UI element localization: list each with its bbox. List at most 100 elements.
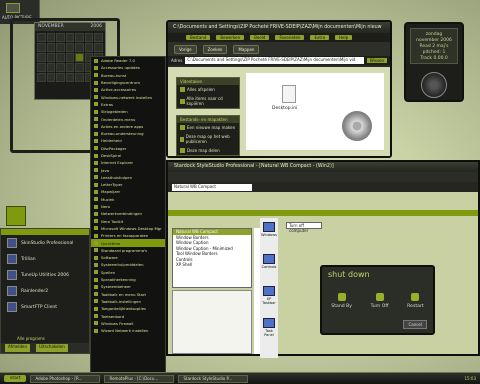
go-button[interactable]: Wissen: [366, 58, 387, 63]
calendar-day[interactable]: [46, 33, 56, 42]
program-menu-item[interactable]: Acties en andere apps: [91, 123, 165, 130]
calendar-day[interactable]: [46, 63, 56, 72]
calendar-day[interactable]: [37, 53, 46, 62]
task-link[interactable]: Alle items naar cd kopiëren: [177, 94, 239, 108]
logoff-button[interactable]: Afmelden: [5, 344, 31, 352]
program-menu-item[interactable]: Mapwijzer: [91, 188, 165, 195]
calendar-day[interactable]: [75, 63, 84, 72]
calendar-day[interactable]: [75, 33, 84, 42]
program-menu-item[interactable]: Muziek: [91, 196, 165, 203]
program-menu-item[interactable]: Systeembeheer: [91, 283, 165, 290]
program-menu-item[interactable]: Wizard Netwerk instellen: [91, 327, 165, 334]
program-menu-item[interactable]: Toetsenbord: [91, 312, 165, 319]
explorer-title[interactable]: C:\Documents and Settings\ZIP Pocheté FR…: [168, 22, 390, 33]
calendar-day[interactable]: [56, 73, 65, 82]
menu-favorites[interactable]: Favorieten: [275, 35, 305, 40]
program-menu-item[interactable]: DiscPackager: [91, 145, 165, 152]
task-link[interactable]: Deze map delen: [177, 146, 239, 155]
calendar-day[interactable]: [75, 43, 84, 52]
restart-button[interactable]: Restart: [407, 293, 424, 309]
windows-category[interactable]: Windows: [260, 222, 278, 237]
program-menu-item[interactable]: Internet Explorer: [91, 159, 165, 166]
menu-edit[interactable]: Bewerken: [216, 35, 245, 40]
program-menu-item[interactable]: Stripgebieden: [91, 108, 165, 115]
calendar-day[interactable]: [56, 33, 65, 42]
calendar-day[interactable]: [94, 43, 103, 52]
file-icon[interactable]: [282, 85, 296, 103]
program-menu-item[interactable]: Spellen: [91, 269, 165, 276]
task-link[interactable]: Alles afspelen: [177, 85, 239, 94]
program-menu-item[interactable]: Toegankelijkheidsopties: [91, 305, 165, 312]
calendar-day[interactable]: [37, 73, 46, 82]
pinned-item[interactable]: SkinStudio Professional: [1, 235, 89, 251]
calendar-day[interactable]: [75, 73, 84, 82]
program-menu-item[interactable]: Beveiligingscentrum: [91, 79, 165, 86]
video-tasks-header[interactable]: Videotaken: [177, 78, 239, 85]
calendar-day[interactable]: [56, 63, 65, 72]
menu-tools[interactable]: Extra: [310, 35, 330, 40]
program-menu-item[interactable]: Bureau-ondersteuning: [91, 130, 165, 137]
program-menu-item[interactable]: Quicktime: [91, 239, 165, 247]
calendar-day[interactable]: [94, 33, 103, 42]
program-menu-item[interactable]: Standaard programma's: [91, 247, 165, 254]
program-menu-item[interactable]: Nero Toolkit: [91, 218, 165, 225]
cancel-button[interactable]: Cancel: [403, 320, 427, 329]
calendar-day[interactable]: [56, 53, 65, 62]
pinned-item[interactable]: TuneUp Utilities 2006: [1, 267, 89, 283]
preview-combo[interactable]: Turn off computer: [286, 222, 322, 233]
task-link[interactable]: Deze map op het web publiceren: [177, 132, 239, 146]
program-menu-item[interactable]: Microsoft Windows Desktop Mgr: [91, 225, 165, 232]
search-button[interactable]: Zoeken: [202, 44, 228, 54]
stylestudio-title[interactable]: Stardock StyleStudio Professional - [Nat…: [168, 162, 478, 172]
menu-file[interactable]: Bestand: [186, 35, 211, 40]
tray-clock[interactable]: 15:03: [464, 376, 476, 381]
folders-button[interactable]: Mappen: [233, 44, 260, 54]
all-programs-button[interactable]: Alle programs: [17, 336, 45, 341]
program-menu-item[interactable]: Helderheid: [91, 137, 165, 144]
program-menu-item[interactable]: DeskSpiral: [91, 152, 165, 159]
calendar-day[interactable]: [65, 33, 75, 42]
file-label[interactable]: Desktop.ini: [272, 106, 297, 111]
file-tasks-header[interactable]: Bestands- en mapakten: [177, 116, 239, 123]
program-menu-item[interactable]: Extras: [91, 101, 165, 108]
calendar-day[interactable]: [65, 73, 75, 82]
taskbar-item[interactable]: Adobe Photoshop - [R...: [30, 374, 101, 383]
controls-category[interactable]: Controls: [260, 254, 278, 269]
program-menu-item[interactable]: Onderdelen-menu: [91, 115, 165, 122]
program-menu-item[interactable]: Windows Firewall: [91, 320, 165, 327]
menu-help[interactable]: Help: [335, 35, 353, 40]
turnoff-button[interactable]: Turn Off: [371, 293, 389, 309]
taskbar-item[interactable]: Stardock StyleStudio P...: [178, 374, 249, 383]
program-menu-item[interactable]: Leesthuishulpen: [91, 174, 165, 181]
start-button[interactable]: start: [4, 375, 27, 382]
program-menu-item[interactable]: Nero: [91, 203, 165, 210]
program-menu-item[interactable]: Netwerkverbindingen: [91, 210, 165, 217]
calendar-day[interactable]: [84, 33, 94, 42]
task-link[interactable]: Een nieuwe map maken: [177, 123, 239, 132]
taskpanel-category[interactable]: Task Panel: [260, 318, 278, 337]
pinned-item[interactable]: SmartFTP Client: [1, 299, 89, 315]
taskbar-category[interactable]: XP Taskbar: [260, 286, 278, 305]
program-menu-item[interactable]: Taakbalk-instellingen: [91, 298, 165, 305]
program-menu-item[interactable]: Windows-netwerk instellen: [91, 93, 165, 100]
calendar-day[interactable]: [46, 43, 56, 52]
pinned-item[interactable]: Trillian: [1, 251, 89, 267]
shutdown-button[interactable]: Uitschakelen: [36, 344, 68, 352]
calendar-day[interactable]: [37, 63, 46, 72]
theme-combo[interactable]: Natural WB Compact: [172, 183, 252, 191]
calendar-day[interactable]: [65, 53, 75, 62]
program-menu-item[interactable]: Active-accessoires: [91, 86, 165, 93]
pinned-item[interactable]: Rainlender2: [1, 283, 89, 299]
calendar-day[interactable]: [84, 43, 94, 52]
program-menu-item[interactable]: Adobe Reader 7.0: [91, 57, 165, 64]
program-menu-item[interactable]: Software: [91, 254, 165, 261]
calendar-day[interactable]: [37, 43, 46, 52]
dial-knob[interactable]: [421, 72, 447, 98]
program-menu-item[interactable]: Java: [91, 166, 165, 173]
user-picture[interactable]: [6, 206, 26, 226]
tree-item[interactable]: XP Shell: [173, 262, 251, 268]
program-menu-item[interactable]: Accessories updates: [91, 64, 165, 71]
calendar-day[interactable]: [56, 43, 65, 52]
program-menu-item[interactable]: Printers en faxapparaten: [91, 232, 165, 239]
file-list[interactable]: Desktop.ini: [246, 73, 384, 150]
